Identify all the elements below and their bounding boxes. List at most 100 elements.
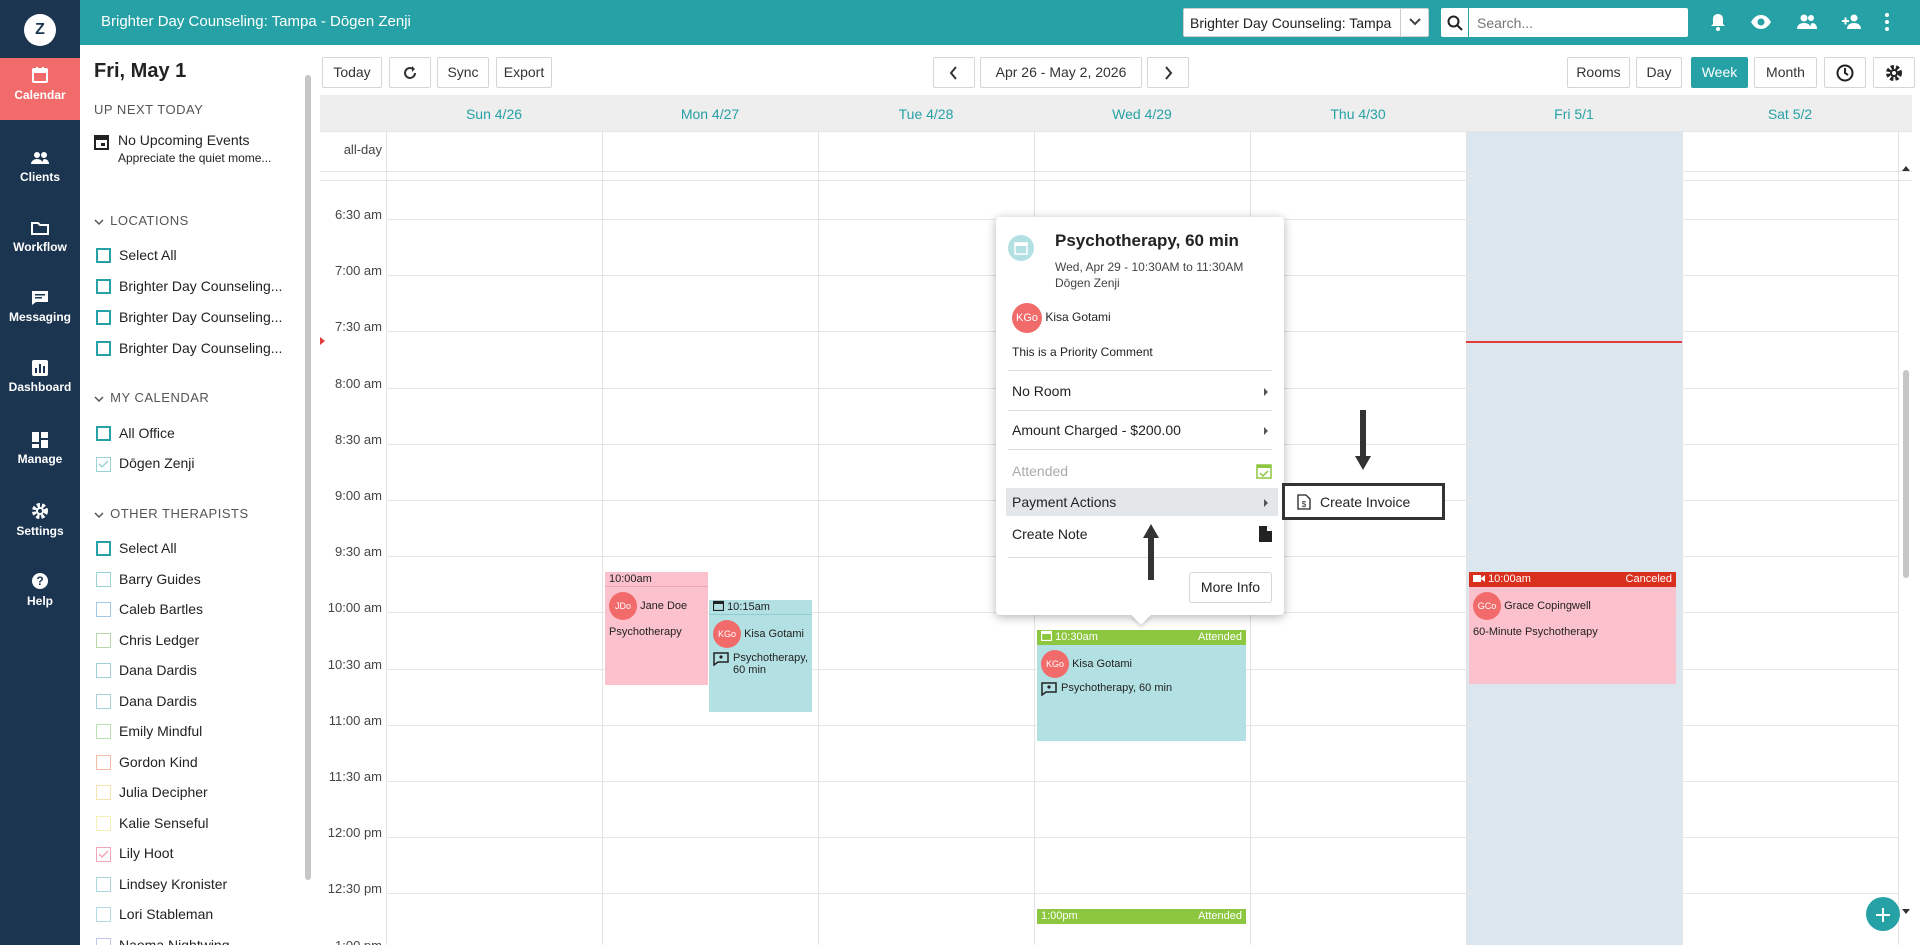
more-vertical-icon[interactable] — [1883, 12, 1905, 34]
event-grace-copingwell[interactable]: 10:00am Canceled GCo Grace Copingwell 60… — [1469, 572, 1676, 684]
checkbox[interactable] — [96, 847, 111, 862]
day-header[interactable]: Tue 4/28 — [818, 106, 1034, 122]
therapist-item[interactable]: Dana Dardis — [96, 693, 197, 709]
checkbox[interactable] — [96, 693, 111, 709]
checkbox[interactable] — [96, 754, 111, 770]
day-header[interactable]: Thu 4/30 — [1250, 106, 1466, 122]
location-select[interactable]: Brighter Day Counseling: Tampa — [1183, 8, 1429, 37]
nav-dashboard[interactable]: Dashboard — [0, 352, 80, 414]
refresh-button[interactable] — [389, 57, 431, 88]
clock-button[interactable] — [1824, 57, 1866, 88]
nav-calendar[interactable]: Calendar — [0, 58, 80, 120]
sidebar-scrollbar-track[interactable] — [300, 45, 314, 945]
checkbox[interactable] — [96, 876, 111, 892]
rooms-view-button[interactable]: Rooms — [1567, 57, 1630, 88]
location-item[interactable]: Brighter Day Counseling... — [96, 340, 282, 356]
search-input[interactable] — [1469, 8, 1688, 37]
checkbox[interactable] — [96, 310, 111, 325]
location-item[interactable]: Select All — [96, 247, 177, 263]
therapist-item[interactable]: Kalie Senseful — [96, 815, 209, 831]
settings-button[interactable] — [1873, 57, 1915, 88]
therapist-item[interactable]: Lindsey Kronister — [96, 876, 227, 892]
create-invoice-menu-item[interactable]: $ Create Invoice — [1282, 483, 1445, 520]
my-calendar-item[interactable]: All Office — [96, 425, 175, 441]
chevron-down-icon[interactable] — [1400, 9, 1428, 36]
checkbox[interactable] — [96, 602, 111, 617]
day-header[interactable]: Fri 5/1 — [1466, 106, 1682, 122]
checkbox[interactable] — [96, 785, 111, 800]
today-button[interactable]: Today — [322, 57, 382, 88]
add-event-button[interactable] — [1866, 897, 1900, 931]
therapist-item[interactable]: Lily Hoot — [96, 845, 173, 862]
attended-menu-item[interactable]: Attended — [1012, 457, 1272, 485]
month-view-button[interactable]: Month — [1754, 57, 1817, 88]
event-kisa-gotami-wed[interactable]: 10:30am Attended KGo Kisa Gotami Psychot… — [1037, 630, 1246, 741]
therapist-item[interactable]: Dana Dardis — [96, 662, 197, 678]
prev-week-button[interactable] — [933, 57, 975, 88]
grid-line — [1466, 131, 1467, 945]
therapist-item[interactable]: Emily Mindful — [96, 723, 202, 739]
checkbox[interactable] — [96, 426, 111, 441]
location-item[interactable]: Brighter Day Counseling... — [96, 309, 282, 325]
event-kisa-gotami-mon[interactable]: 10:15am KGo Kisa Gotami Psychotherapy, 6… — [709, 600, 812, 712]
sidebar-scrollbar-thumb[interactable] — [305, 75, 311, 880]
calendar-scrollbar-thumb[interactable] — [1903, 370, 1909, 578]
nav-manage[interactable]: Manage — [0, 424, 80, 486]
event-wed-1pm[interactable]: 1:00pm Attended — [1037, 909, 1246, 924]
locations-heading[interactable]: LOCATIONS — [94, 213, 189, 228]
group-icon[interactable] — [1796, 12, 1818, 34]
event-jane-doe[interactable]: 10:00am JDo Jane Doe Psychotherapy — [605, 572, 708, 685]
checkbox[interactable] — [96, 663, 111, 678]
eye-icon[interactable] — [1750, 12, 1772, 34]
checkbox-checked[interactable] — [96, 457, 111, 472]
checkbox[interactable] — [96, 571, 111, 587]
day-header[interactable]: Wed 4/29 — [1034, 106, 1250, 122]
bell-icon[interactable] — [1708, 12, 1730, 34]
therapist-item[interactable]: Gordon Kind — [96, 754, 198, 770]
popup-client[interactable]: KGo Kisa Gotami — [1012, 303, 1111, 333]
date-range[interactable]: Apr 26 - May 2, 2026 — [980, 57, 1142, 88]
therapist-item[interactable]: Chris Ledger — [96, 632, 199, 648]
checkbox[interactable] — [96, 632, 111, 648]
therapist-item[interactable]: Caleb Bartles — [96, 601, 203, 617]
day-header[interactable]: Sun 4/26 — [386, 106, 602, 122]
day-view-button[interactable]: Day — [1636, 57, 1682, 88]
location-item[interactable]: Brighter Day Counseling... — [96, 278, 282, 294]
nav-workflow[interactable]: Workflow — [0, 212, 80, 274]
day-header[interactable]: Sat 5/2 — [1682, 106, 1898, 122]
more-info-button[interactable]: More Info — [1189, 572, 1272, 603]
room-menu-item[interactable]: No Room — [1012, 377, 1272, 405]
calendar-scrollbar-track[interactable] — [1900, 156, 1912, 920]
time-label: 8:00 am — [335, 375, 382, 391]
therapist-item[interactable]: Naoma Nightwing — [96, 937, 230, 945]
my-calendar-item[interactable]: Dōgen Zenji — [96, 455, 195, 472]
next-week-button[interactable] — [1147, 57, 1189, 88]
checkbox[interactable] — [96, 907, 111, 922]
therapist-item[interactable]: Barry Guides — [96, 571, 201, 587]
search-button[interactable] — [1441, 8, 1468, 37]
nav-messaging[interactable]: Messaging — [0, 282, 80, 344]
therapist-item[interactable]: Select All — [96, 540, 177, 556]
app-logo[interactable]: Z — [24, 14, 56, 46]
checkbox[interactable] — [96, 341, 111, 356]
amount-menu-item[interactable]: Amount Charged - $200.00 — [1012, 416, 1272, 444]
export-button[interactable]: Export — [496, 57, 552, 88]
nav-help[interactable]: ? Help — [0, 564, 80, 626]
nav-settings[interactable]: Settings — [0, 494, 80, 556]
therapist-item[interactable]: Lori Stableman — [96, 906, 213, 922]
day-header[interactable]: Mon 4/27 — [602, 106, 818, 122]
checkbox[interactable] — [96, 724, 111, 739]
sync-button[interactable]: Sync — [437, 57, 489, 88]
my-calendar-heading[interactable]: MY CALENDAR — [94, 390, 209, 405]
checkbox[interactable] — [96, 937, 111, 945]
nav-clients[interactable]: Clients — [0, 142, 80, 204]
week-view-button[interactable]: Week — [1691, 57, 1748, 88]
therapist-item[interactable]: Julia Decipher — [96, 784, 208, 800]
checkbox[interactable] — [96, 815, 111, 831]
payment-actions-menu-item[interactable]: Payment Actions — [1006, 488, 1278, 516]
add-user-icon[interactable] — [1841, 12, 1863, 34]
checkbox[interactable] — [96, 279, 111, 294]
checkbox[interactable] — [96, 248, 111, 263]
checkbox[interactable] — [96, 541, 111, 556]
other-therapists-heading[interactable]: OTHER THERAPISTS — [94, 506, 249, 521]
